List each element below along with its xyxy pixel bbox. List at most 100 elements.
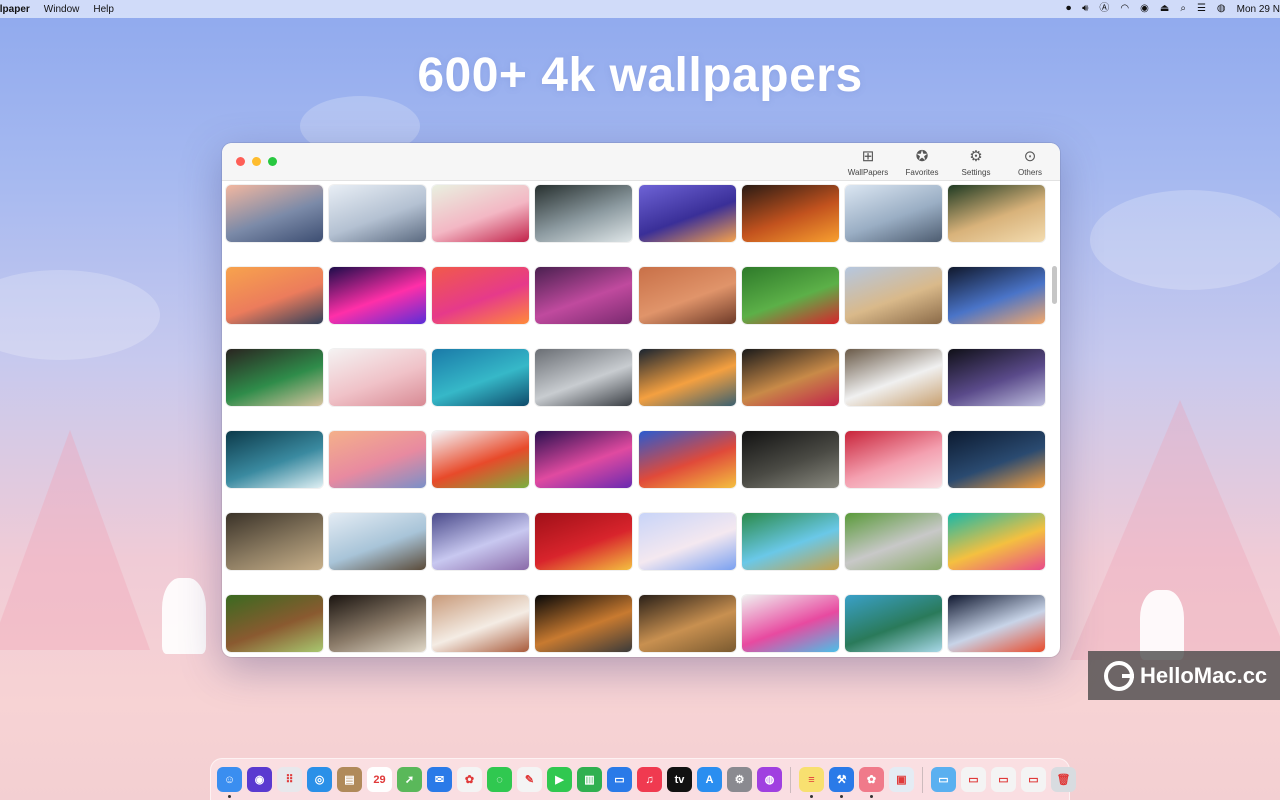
dock-finder-icon[interactable]: ☺ <box>217 767 242 798</box>
close-button[interactable] <box>236 157 245 166</box>
wallpaper-thumb-overwater-bungalows-dusk[interactable] <box>639 185 736 242</box>
minimize-button[interactable] <box>252 157 261 166</box>
wallpaper-thumb-night-sky-earth[interactable] <box>948 431 1045 488</box>
dock-calendar-icon[interactable]: 29 <box>367 767 392 792</box>
wallpaper-thumb-cranes-sunset[interactable] <box>329 431 426 488</box>
dock-contacts-icon[interactable]: ▤ <box>337 767 362 792</box>
dock-maps-icon[interactable]: ➚ <box>397 767 422 792</box>
wallpaper-thumb-dove-autumn[interactable] <box>432 595 529 652</box>
dock-window-2-icon[interactable]: ▭ <box>991 767 1016 792</box>
dock-numbers-icon[interactable]: ▥ <box>577 767 602 792</box>
menu-app-name[interactable]: llpaper <box>0 4 30 15</box>
dock-safari-icon[interactable]: ◎ <box>307 767 332 792</box>
wallpaper-thumb-colorful-layers[interactable] <box>948 513 1045 570</box>
wallpaper-thumb-squirrel-snow[interactable] <box>845 349 942 406</box>
wallpaper-thumb-lion-portrait[interactable] <box>639 595 736 652</box>
siri-icon[interactable]: ◍ <box>1217 0 1226 18</box>
wallpaper-thumb-abstract-paint[interactable] <box>639 431 736 488</box>
dock-photos-icon[interactable]: ✿ <box>457 767 482 792</box>
window-titlebar[interactable]: ⊞ WallPapers ✪ Favorites ⚙ Settings ⊙ Others <box>222 143 1060 181</box>
wallpaper-thumb-anime-girls[interactable] <box>432 513 529 570</box>
volume-icon[interactable]: 🔊︎ <box>1082 0 1088 18</box>
record-icon[interactable]: ⏺ <box>1066 0 1071 18</box>
toolbar-settings-button[interactable]: ⚙ Settings <box>954 148 998 177</box>
wallpaper-thumb-canyon-sunset[interactable] <box>226 185 323 242</box>
wallpaper-thumb-raspberries-bowl[interactable] <box>432 185 529 242</box>
dock-system-preferences-icon[interactable]: ⚙ <box>727 767 752 792</box>
menu-help[interactable]: Help <box>93 4 114 15</box>
eject-icon[interactable]: ⏏ <box>1160 0 1169 18</box>
wallpaper-thumb-water-drops[interactable] <box>535 349 632 406</box>
wallpaper-thumb-macos-big-sur[interactable] <box>432 267 529 324</box>
input-source-icon[interactable]: Ⓐ <box>1099 0 1109 18</box>
dock-xcode-icon[interactable]: ⚒ <box>829 767 854 798</box>
wallpaper-thumb-neon-pyramids[interactable] <box>329 267 426 324</box>
background-tree <box>162 578 206 654</box>
wallpaper-thumb-minimal-sunrise[interactable] <box>639 513 736 570</box>
wallpaper-thumb-bear-statue-sea[interactable] <box>329 513 426 570</box>
control-center-icon[interactable]: ☰ <box>1197 0 1206 18</box>
wallpaper-thumb-pancakes-berries[interactable] <box>742 349 839 406</box>
dock-app-store-icon[interactable]: A <box>697 767 722 792</box>
toolbar-favorites-button[interactable]: ✪ Favorites <box>900 148 944 177</box>
wallpaper-thumb-fruit-splash[interactable] <box>432 431 529 488</box>
dock-music-icon[interactable]: ♫ <box>637 767 662 792</box>
dock-keynote-icon[interactable]: ▭ <box>607 767 632 792</box>
dock-podcasts-icon[interactable]: ◍ <box>757 767 782 792</box>
dock-trash-icon[interactable]: 🗑 <box>1051 767 1076 792</box>
dock-messages-icon[interactable]: ◌ <box>487 767 512 792</box>
toolbar-wallpapers-button[interactable]: ⊞ WallPapers <box>846 148 890 177</box>
wallpaper-thumb-desert-hills[interactable] <box>845 267 942 324</box>
wallpaper-thumb-galaxy-light[interactable] <box>948 349 1045 406</box>
wallpaper-thumb-sports-car-dark[interactable] <box>535 595 632 652</box>
wallpaper-thumb-misty-forest-lake[interactable] <box>535 185 632 242</box>
wallpaper-thumb-rifle-gear[interactable] <box>742 431 839 488</box>
wifi-icon[interactable]: ◠ <box>1120 0 1129 18</box>
dock-preview-icon[interactable]: ▣ <box>889 767 914 792</box>
menu-clock[interactable]: Mon 29 N <box>1237 4 1280 15</box>
dock-notes-icon[interactable]: ≡ <box>799 767 824 798</box>
wallpaper-thumb-purple-blossoms[interactable] <box>535 267 632 324</box>
wallpaper-thumb-coffee-cup[interactable] <box>226 349 323 406</box>
scrollbar-thumb[interactable] <box>1052 266 1057 304</box>
wallpaper-thumb-golden-retriever[interactable] <box>948 185 1045 242</box>
wallpaper-thumb-train-light-trails[interactable] <box>639 349 736 406</box>
wallpaper-thumb-aerial-lagoon[interactable] <box>432 349 529 406</box>
wallpaper-thumb-snowy-mountain-climbers[interactable] <box>329 185 426 242</box>
wallpaper-thumb-pink-coral[interactable] <box>329 349 426 406</box>
wallpaper-thumb-sunset-horizon[interactable] <box>226 267 323 324</box>
dock-freeform-icon[interactable]: ✎ <box>517 767 542 792</box>
menu-window[interactable]: Window <box>44 4 80 15</box>
wallpaper-thumb-car-snowy-road[interactable] <box>845 185 942 242</box>
dock-launchpad-icon[interactable]: ⠿ <box>277 767 302 792</box>
wallpaper-thumb-lotus-flower[interactable] <box>948 267 1045 324</box>
dock-tv-icon[interactable]: tv <box>667 767 692 792</box>
wallpaper-thumb-karst-bay[interactable] <box>845 595 942 652</box>
dock-window-1-icon[interactable]: ▭ <box>961 767 986 792</box>
wallpaper-thumb-green-valley-painting[interactable] <box>742 513 839 570</box>
wallpaper-thumb-pink-nebula[interactable] <box>535 431 632 488</box>
wallpaper-thumb-chinese-new-year[interactable] <box>535 513 632 570</box>
dock-wallpaper-app-icon[interactable]: ✿ <box>859 767 884 798</box>
wallpaper-thumb-eggs-pattern[interactable] <box>639 267 736 324</box>
dock-folder-icon[interactable]: ▭ <box>931 767 956 792</box>
wallpaper-thumb-valentine-cupcakes[interactable] <box>845 431 942 488</box>
toolbar-others-button[interactable]: ⊙ Others <box>1008 148 1052 177</box>
dock-siri-icon[interactable]: ◉ <box>247 767 272 792</box>
user-icon[interactable]: ◉ <box>1140 0 1149 18</box>
spotlight-icon[interactable]: ⌕ <box>1180 0 1186 18</box>
dock-mail-icon[interactable]: ✉ <box>427 767 452 792</box>
dock-facetime-icon[interactable]: ▶ <box>547 767 572 792</box>
wallpaper-thumb-kitten-grass[interactable] <box>845 513 942 570</box>
wallpaper-thumb-strawberries-leaves[interactable] <box>742 267 839 324</box>
wallpaper-thumb-squirrel-moss[interactable] <box>226 595 323 652</box>
wallpaper-thumb-birthday-candles[interactable] <box>742 595 839 652</box>
zoom-button[interactable] <box>268 157 277 166</box>
wallpaper-thumb-wolf-fantasy[interactable] <box>948 595 1045 652</box>
wallpaper-thumb-lava-waterfall[interactable] <box>742 185 839 242</box>
wallpaper-thumb-owl-portrait[interactable] <box>226 513 323 570</box>
wallpaper-thumb-ocean-waves[interactable] <box>226 431 323 488</box>
wallpaper-thumb-dark-interior[interactable] <box>329 595 426 652</box>
toolbar-label: Others <box>1017 168 1042 177</box>
dock-window-3-icon[interactable]: ▭ <box>1021 767 1046 792</box>
